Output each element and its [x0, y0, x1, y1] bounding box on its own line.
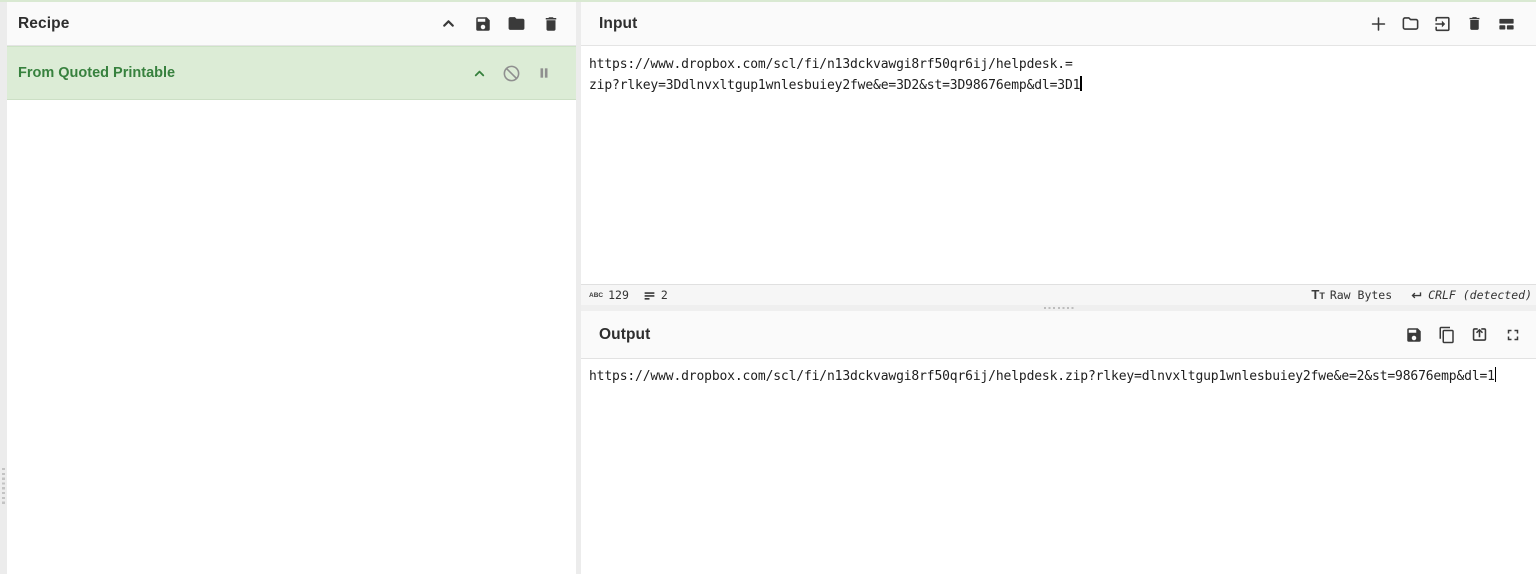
save-recipe-button[interactable]: [473, 14, 492, 33]
char-count-value: 129: [608, 288, 629, 302]
recipe-header: Recipe: [7, 2, 576, 46]
carriage-return-icon: [1411, 291, 1422, 298]
disable-operation-button[interactable]: [502, 64, 521, 83]
replace-input-with-output-button[interactable]: [1470, 325, 1489, 344]
character-encoding-value: Raw Bytes: [1329, 288, 1393, 302]
copy-output-button[interactable]: [1437, 325, 1456, 344]
breakpoint-pause-button[interactable]: [534, 64, 553, 83]
input-title: Input: [599, 14, 638, 32]
input-arrow-icon: [1435, 16, 1450, 31]
operations-recipe-splitter[interactable]: [0, 2, 7, 574]
copy-icon: [1439, 326, 1454, 343]
output-header: Output: [581, 311, 1536, 359]
recipe-title: Recipe: [18, 14, 70, 32]
text-cursor: [1080, 76, 1082, 91]
input-output-splitter[interactable]: [581, 305, 1536, 311]
open-file-as-input-button[interactable]: [1401, 14, 1420, 33]
input-toolbar: [1369, 14, 1536, 33]
operation-controls: [470, 64, 576, 83]
char-count-icon: ABC: [589, 291, 604, 299]
character-encoding-selector[interactable]: TT Raw Bytes: [1311, 288, 1392, 303]
eol-value: CRLF (detected): [1428, 288, 1532, 302]
maximize-output-button[interactable]: [1503, 325, 1522, 344]
clear-input-button[interactable]: [1465, 14, 1484, 33]
open-folder-as-input-button[interactable]: [1433, 14, 1452, 33]
trash-icon: [545, 16, 556, 31]
splitter-grip-icon: [1043, 307, 1074, 310]
output-title: Output: [599, 325, 651, 343]
save-icon: [1406, 327, 1421, 342]
input-encoding-controls: TT Raw Bytes CRLF (detected): [1311, 288, 1536, 303]
chevron-up-icon: [474, 70, 485, 76]
folder-outline-icon: [1402, 17, 1419, 30]
cyberchef-app: Recipe From Quoted Printable Input https…: [0, 0, 1536, 574]
line-count-value: 2: [660, 288, 668, 302]
text-encoding-icon: TT: [1311, 286, 1325, 302]
add-input-tab-button[interactable]: [1369, 14, 1388, 33]
input-tabs-layout-button[interactable]: [1497, 14, 1516, 33]
recipe-panel: Recipe From Quoted Printable: [7, 2, 576, 574]
operation-name: From Quoted Printable: [18, 65, 176, 81]
export-up-icon: [1472, 328, 1487, 341]
input-stats: ABC 129 2: [581, 288, 668, 302]
input-line: https://www.dropbox.com/scl/fi/n13dckvaw…: [589, 57, 1073, 72]
folder-icon: [508, 17, 525, 30]
line-count-stat: 2: [643, 288, 668, 302]
recipe-toolbar: [439, 14, 576, 33]
input-header: Input: [581, 2, 1536, 46]
input-status-bar: ABC 129 2 TT Raw Bytes CRLF (detected): [581, 284, 1536, 305]
clear-recipe-button[interactable]: [541, 14, 560, 33]
output-toolbar: [1404, 325, 1536, 344]
tabs-layout-icon: [1499, 18, 1514, 30]
save-icon: [475, 16, 490, 31]
eol-selector[interactable]: CRLF (detected): [1408, 288, 1532, 303]
input-textarea[interactable]: https://www.dropbox.com/scl/fi/n13dckvaw…: [581, 46, 1536, 284]
text-cursor: [1494, 367, 1497, 382]
fullscreen-icon: [1507, 329, 1518, 340]
input-line: zip?rlkey=3Ddlnvxltgup1wnlesbuiey2fwe&e=…: [589, 76, 1082, 93]
collapse-all-operations-button[interactable]: [439, 14, 458, 33]
trash-icon: [1469, 17, 1480, 30]
splitter-grip-icon: [2, 468, 5, 506]
ban-icon: [503, 65, 520, 81]
operation-from-quoted-printable[interactable]: From Quoted Printable: [7, 46, 576, 100]
output-line: https://www.dropbox.com/scl/fi/n13dckvaw…: [589, 367, 1497, 384]
lines-icon: [644, 291, 655, 300]
chevron-up-icon: [443, 20, 454, 27]
pause-icon: [540, 68, 547, 78]
save-output-button[interactable]: [1404, 325, 1423, 344]
io-column: Input https://www.dropbox.com/scl/fi/n13…: [581, 2, 1536, 574]
load-recipe-button[interactable]: [507, 14, 526, 33]
char-count-stat: ABC 129: [589, 288, 629, 302]
output-textarea[interactable]: https://www.dropbox.com/scl/fi/n13dckvaw…: [581, 359, 1536, 574]
collapse-operation-button[interactable]: [470, 64, 489, 83]
plus-icon: [1371, 16, 1386, 31]
